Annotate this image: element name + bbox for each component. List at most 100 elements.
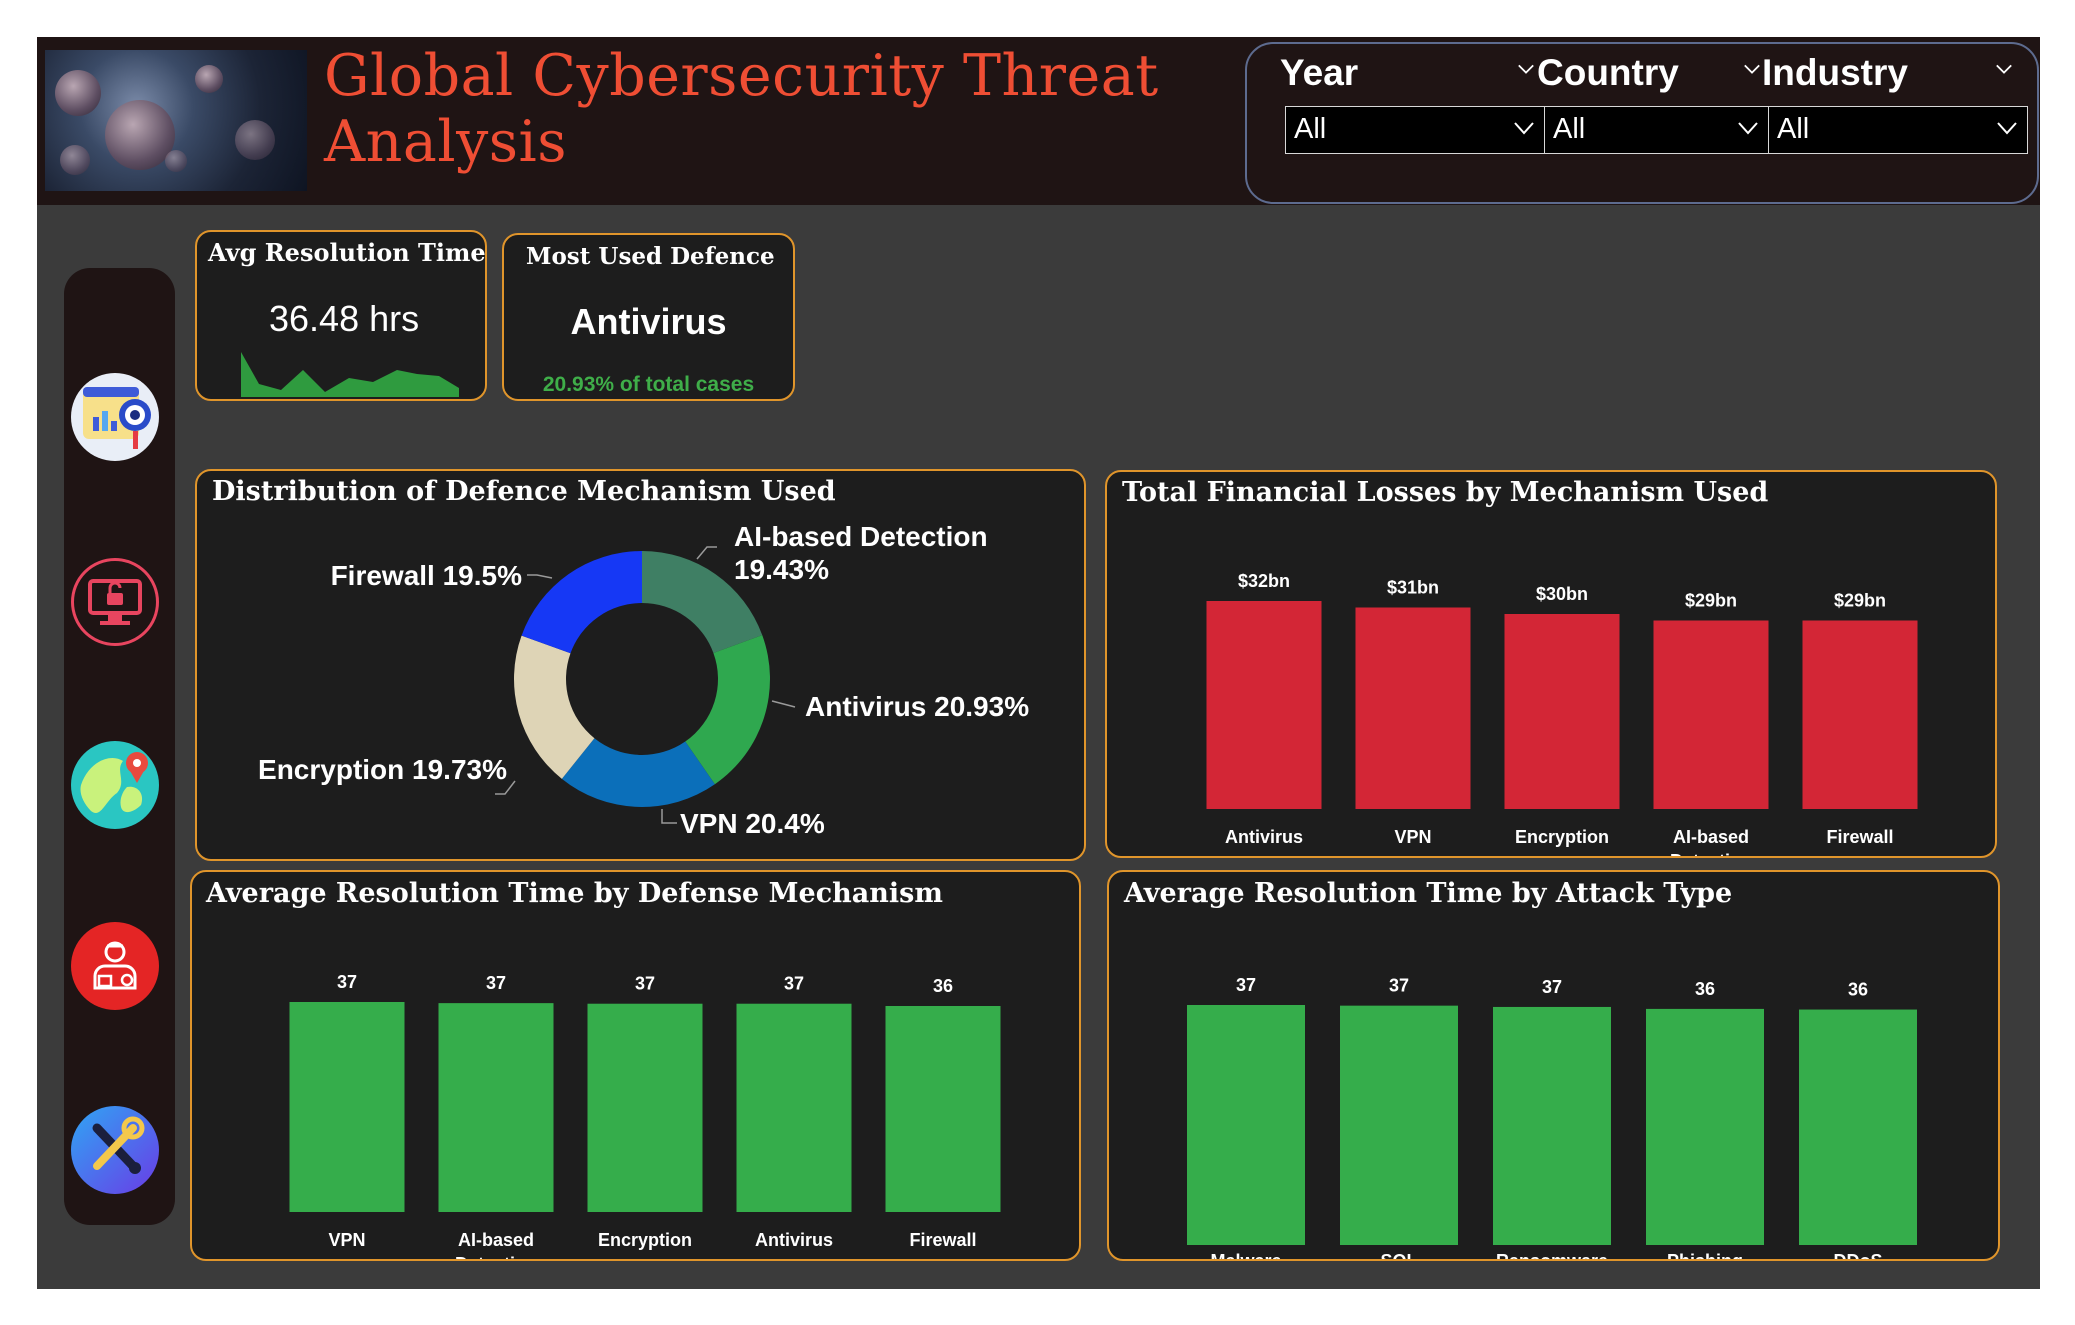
kpi-avg-resolution-value: 36.48 hrs bbox=[269, 298, 420, 339]
donut-label-ai-based-detection-pct: 19.43% bbox=[734, 554, 829, 585]
chevron-down-icon[interactable] bbox=[1738, 121, 1758, 135]
donut-label-firewall: Firewall 19.5% bbox=[331, 560, 523, 591]
bar-malware[interactable] bbox=[1187, 1005, 1305, 1245]
category-label: Phishing bbox=[1667, 1251, 1743, 1259]
bar-value-label: 36 bbox=[933, 976, 953, 996]
category-label: VPN bbox=[1394, 827, 1431, 847]
donut-label-antivirus: Antivirus 20.93% bbox=[805, 691, 1029, 722]
resolution-sparkline bbox=[241, 352, 459, 397]
bar-value-label: $31bn bbox=[1387, 578, 1439, 598]
bar-value-label: 36 bbox=[1695, 979, 1715, 999]
bar-vpn[interactable] bbox=[1355, 607, 1471, 810]
chevron-down-icon[interactable] bbox=[1514, 121, 1534, 135]
bar-firewall[interactable] bbox=[1802, 620, 1918, 810]
year-filter-label: Year bbox=[1280, 52, 1359, 93]
header-bar: Global Cybersecurity Threat Analysis Yea… bbox=[37, 37, 2040, 205]
bar-encryption[interactable] bbox=[587, 1003, 703, 1212]
bar-value-label: $29bn bbox=[1834, 591, 1886, 611]
category-label: Firewall bbox=[1826, 827, 1893, 847]
bar-value-label: 37 bbox=[337, 972, 357, 992]
resolution-by-attack-card: Average Resolution Time by Attack Type 3… bbox=[1107, 870, 2000, 1261]
category-label: VPN bbox=[328, 1230, 365, 1250]
category-label: Ransomware bbox=[1496, 1251, 1608, 1259]
category-label: Detection bbox=[1670, 851, 1752, 856]
category-label: Detection bbox=[455, 1254, 537, 1259]
bar-value-label: $32bn bbox=[1238, 571, 1290, 591]
bar-ransomware[interactable] bbox=[1493, 1006, 1611, 1245]
bar-value-label: $30bn bbox=[1536, 584, 1588, 604]
category-label: Antivirus bbox=[755, 1230, 833, 1250]
leader-line bbox=[661, 809, 677, 824]
kpi-avg-resolution-title: Avg Resolution Time bbox=[208, 238, 486, 267]
chevron-down-icon[interactable] bbox=[1743, 60, 1761, 78]
bar-value-label: 37 bbox=[635, 974, 655, 994]
resolution-by-defense-card: Average Resolution Time by Defense Mecha… bbox=[190, 870, 1081, 1261]
bar-ai-based-detection[interactable] bbox=[1653, 620, 1769, 810]
tools-icon[interactable] bbox=[71, 1106, 159, 1194]
donut-label-vpn: VPN 20.4% bbox=[680, 808, 825, 839]
kpi-avg-resolution: Avg Resolution Time 36.48 hrs bbox=[195, 230, 487, 401]
category-label: Malware bbox=[1210, 1251, 1281, 1259]
sidebar-nav bbox=[64, 268, 175, 1225]
country-select-value: All bbox=[1553, 113, 1586, 145]
bar-value-label: 37 bbox=[784, 974, 804, 994]
chevron-down-icon[interactable] bbox=[1517, 60, 1535, 78]
leader-line bbox=[527, 574, 553, 579]
donut-chart: AI-based Detection19.43% Antivirus 20.93%… bbox=[258, 521, 1029, 839]
financial-losses-card: Total Financial Losses by Mechanism Used… bbox=[1105, 470, 1997, 858]
kpi-most-used-sub: 20.93% of total cases bbox=[542, 373, 755, 396]
leader-line bbox=[771, 700, 796, 708]
country-select[interactable]: All bbox=[1544, 106, 1769, 154]
industry-select[interactable]: All bbox=[1768, 106, 2028, 154]
page-title: Global Cybersecurity Threat Analysis bbox=[324, 43, 1159, 175]
defence-distribution-card: Distribution of Defence Mechanism Used A… bbox=[195, 469, 1086, 861]
year-select[interactable]: All bbox=[1285, 106, 1545, 154]
security-person-icon[interactable] bbox=[71, 922, 159, 1010]
category-label: AI-based bbox=[458, 1230, 534, 1250]
bar-encryption[interactable] bbox=[1504, 614, 1620, 809]
bar-value-label: $29bn bbox=[1685, 591, 1737, 611]
category-label: Encryption bbox=[598, 1230, 692, 1250]
bar-ddos[interactable] bbox=[1799, 1009, 1917, 1245]
resolution-by-attack-bar-chart: 37Malware37SQLInjection37Ransomware36Phi… bbox=[1187, 975, 1917, 1259]
donut-slice-firewall[interactable] bbox=[521, 551, 642, 654]
dashboard-canvas: Global Cybersecurity Threat Analysis Yea… bbox=[37, 37, 2040, 1289]
bar-value-label: 37 bbox=[1236, 975, 1256, 995]
category-label: SQL bbox=[1380, 1251, 1417, 1259]
chevron-down-icon[interactable] bbox=[1995, 60, 2013, 78]
resolution-by-defense-bar-chart: 37 VPN 37 AI-based Detection 37 Encryption 37 An… bbox=[289, 972, 1001, 1259]
computer-unlock-icon[interactable] bbox=[71, 558, 159, 646]
donut-label-encryption: Encryption 19.73% bbox=[258, 754, 507, 785]
category-label: DDoS bbox=[1834, 1251, 1883, 1259]
kpi-most-used-defence: Most Used Defence Antivirus 20.93% of to… bbox=[502, 233, 795, 401]
bar-ai-based-detection[interactable] bbox=[438, 1003, 554, 1212]
financial-losses-bar-chart: $32bn Antivirus $31bn VPN $30bn Encryption $29… bbox=[1206, 571, 1918, 856]
industry-filter-label: Industry bbox=[1762, 52, 1908, 93]
bar-antivirus[interactable] bbox=[1206, 601, 1322, 809]
bar-antivirus[interactable] bbox=[736, 1003, 852, 1212]
dashboard-eye-icon[interactable] bbox=[71, 373, 159, 461]
category-label: Encryption bbox=[1515, 827, 1609, 847]
donut-label-ai-based-detection: AI-based Detection bbox=[734, 521, 988, 552]
bar-firewall[interactable] bbox=[885, 1005, 1001, 1212]
bar-sql-injection[interactable] bbox=[1340, 1005, 1458, 1245]
leader-line bbox=[696, 546, 717, 560]
kpi-most-used-title: Most Used Defence bbox=[526, 243, 775, 270]
bar-value-label: 37 bbox=[1542, 977, 1562, 997]
year-select-value: All bbox=[1294, 113, 1327, 145]
chevron-down-icon[interactable] bbox=[1997, 121, 2017, 135]
filter-panel: Year Country Industry All All All bbox=[1245, 42, 2039, 204]
page-title-line2: Analysis bbox=[324, 109, 568, 175]
world-map-pin-icon[interactable] bbox=[71, 741, 159, 829]
bar-value-label: 36 bbox=[1848, 980, 1868, 1000]
kpi-most-used-value: Antivirus bbox=[570, 301, 727, 342]
virus-banner-image bbox=[45, 50, 307, 191]
bar-phishing[interactable] bbox=[1646, 1008, 1764, 1245]
bar-vpn[interactable] bbox=[289, 1002, 405, 1212]
bar-value-label: 37 bbox=[486, 973, 506, 993]
industry-select-value: All bbox=[1777, 113, 1810, 145]
category-label: Antivirus bbox=[1225, 827, 1303, 847]
page-title-line1: Global Cybersecurity Threat bbox=[324, 43, 1159, 109]
bar-value-label: 37 bbox=[1389, 976, 1409, 996]
country-filter-label: Country bbox=[1537, 52, 1679, 93]
